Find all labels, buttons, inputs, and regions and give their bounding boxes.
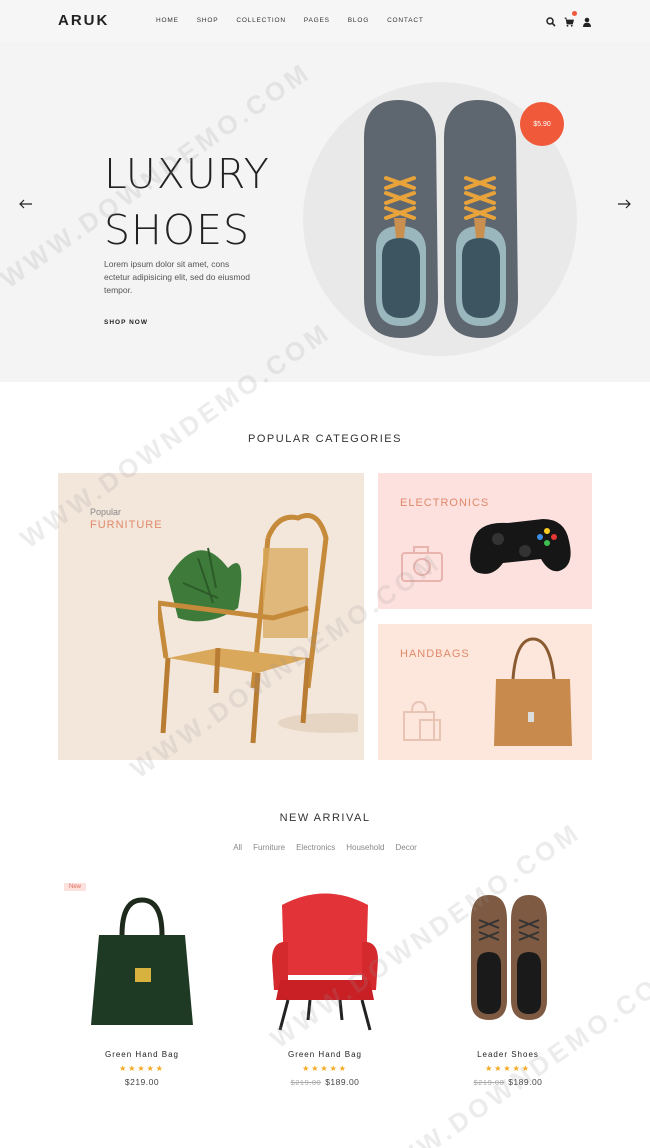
- category-furniture-label: FURNITURE: [90, 519, 163, 531]
- product-price-current: $189.00: [508, 1077, 543, 1087]
- product-rating: ★★★★★: [119, 1064, 165, 1073]
- product-old-price: $219.00: [473, 1078, 505, 1087]
- game-controller-image: [470, 519, 571, 574]
- site-header: ARUK HOME SHOP COLLECTION PAGES BLOG CON…: [0, 0, 650, 42]
- arrow-right-icon[interactable]: [616, 197, 632, 211]
- header-icons: [546, 11, 592, 27]
- category-electronics-label: ELECTRONICS: [400, 497, 490, 509]
- nav-item-collection[interactable]: COLLECTION: [236, 17, 286, 24]
- tab-all[interactable]: All: [233, 843, 242, 852]
- chair-image: [158, 513, 358, 744]
- product-card-3[interactable]: Leader Shoes ★★★★★ $219.00 $189.00: [423, 880, 593, 1087]
- product-card-2[interactable]: Green Hand Bag ★★★★★ $219.00 $189.00: [240, 880, 410, 1087]
- product-price: $219.00 $189.00: [423, 1077, 593, 1087]
- category-card-electronics[interactable]: ELECTRONICS: [378, 473, 592, 609]
- hero-shoes-image: [364, 100, 518, 338]
- hero-price-badge: $5.90: [520, 102, 564, 146]
- product-rating: ★★★★★: [302, 1064, 348, 1073]
- product-filter-tabs: All Furniture Electronics Household Deco…: [0, 843, 650, 852]
- shop-now-button[interactable]: SHOP NOW: [104, 319, 148, 326]
- hero-description: Lorem ipsum dolor sit amet, cons ectetur…: [104, 259, 250, 295]
- nav-item-blog[interactable]: BLOG: [348, 17, 369, 24]
- product-rating: ★★★★★: [485, 1064, 531, 1073]
- category-card-handbags[interactable]: HANDBAGS: [378, 624, 592, 760]
- product-name[interactable]: Green Hand Bag: [240, 1050, 410, 1059]
- category-card-furniture[interactable]: Popular FURNITURE: [58, 473, 364, 760]
- product-old-price: $219.00: [290, 1078, 322, 1087]
- user-icon[interactable]: [582, 14, 592, 27]
- tab-decor[interactable]: Decor: [395, 843, 416, 852]
- product-name[interactable]: Green Hand Bag: [57, 1050, 227, 1059]
- nav-item-contact[interactable]: CONTACT: [387, 17, 424, 24]
- site-logo[interactable]: ARUK: [58, 12, 109, 29]
- hero-title-line1: LUXURY: [104, 150, 270, 198]
- cart-count-badge: [572, 11, 577, 16]
- product-price-current: $189.00: [325, 1077, 360, 1087]
- tab-furniture[interactable]: Furniture: [253, 843, 285, 852]
- product-card-1[interactable]: New Green Hand Bag ★★★★★ $219.00: [57, 880, 227, 1087]
- category-furniture-subtitle: Popular: [90, 507, 122, 517]
- product-price: $219.00: [57, 1077, 227, 1087]
- product-image[interactable]: New: [57, 880, 227, 1040]
- hero-title: LUXURY SHOES: [104, 146, 270, 258]
- hero-slider: $5.90 LUXURY SHOES Lorem ipsum dolor sit…: [0, 42, 650, 382]
- product-image[interactable]: [423, 880, 593, 1040]
- shopping-bag-icon: [400, 700, 444, 747]
- main-nav: HOME SHOP COLLECTION PAGES BLOG CONTACT: [156, 17, 442, 24]
- popular-categories-title: POPULAR CATEGORIES: [248, 433, 402, 445]
- handbag-image: [494, 637, 572, 746]
- nav-item-pages[interactable]: PAGES: [304, 17, 330, 24]
- nav-item-home[interactable]: HOME: [156, 17, 179, 24]
- new-badge: New: [64, 883, 87, 891]
- product-name[interactable]: Leader Shoes: [423, 1050, 593, 1059]
- nav-item-shop[interactable]: SHOP: [197, 17, 219, 24]
- tab-electronics[interactable]: Electronics: [296, 843, 335, 852]
- camera-icon: [400, 545, 444, 588]
- product-image[interactable]: [240, 880, 410, 1040]
- new-arrival-title: NEW ARRIVAL: [279, 812, 371, 824]
- hero-title-line2: SHOES: [104, 206, 251, 254]
- product-price: $219.00 $189.00: [240, 1077, 410, 1087]
- category-handbags-label: HANDBAGS: [400, 648, 470, 660]
- product-price-current: $219.00: [124, 1077, 160, 1087]
- arrow-left-icon[interactable]: [18, 197, 34, 211]
- search-icon[interactable]: [546, 14, 556, 27]
- tab-household[interactable]: Household: [346, 843, 384, 852]
- cart-icon[interactable]: [564, 11, 577, 27]
